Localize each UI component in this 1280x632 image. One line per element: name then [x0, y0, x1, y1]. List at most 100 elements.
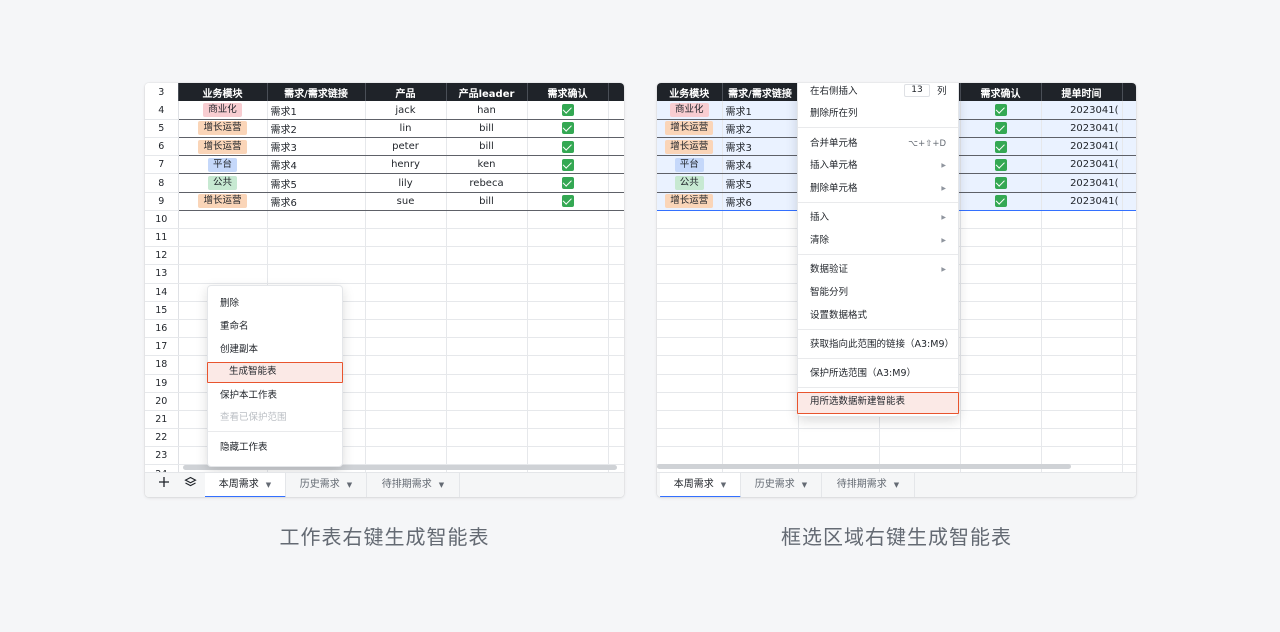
cell[interactable] — [722, 392, 799, 411]
menu-item-data-validation[interactable]: 数据验证 ▶ — [798, 261, 958, 279]
row-number[interactable]: 13 — [145, 264, 179, 284]
menu-item-protect-sheet[interactable]: 保护本工作表 — [208, 387, 342, 405]
cell[interactable] — [722, 228, 799, 248]
module-cell[interactable]: 增长运营 — [178, 137, 268, 157]
cell[interactable] — [1122, 119, 1136, 139]
menu-item-new-smart-table[interactable]: 用所选数据新建智能表 — [797, 392, 959, 414]
menu-item-generate-smart-table[interactable]: 生成智能表 — [207, 362, 343, 383]
cell[interactable] — [527, 301, 609, 320]
cell[interactable] — [722, 337, 799, 357]
cell[interactable] — [365, 210, 447, 230]
cell[interactable] — [178, 246, 268, 266]
cell[interactable] — [722, 246, 799, 266]
cell[interactable] — [960, 410, 1042, 430]
cell[interactable] — [1041, 210, 1123, 230]
cell[interactable] — [446, 301, 528, 320]
cell[interactable] — [1122, 155, 1136, 175]
cell[interactable] — [446, 410, 528, 430]
row-number[interactable]: 5 — [145, 119, 179, 139]
requirement-cell[interactable]: 需求1 — [267, 101, 366, 120]
row-number[interactable]: 18 — [145, 355, 179, 375]
cell[interactable] — [267, 210, 366, 230]
module-cell[interactable]: 增长运营 — [657, 137, 723, 157]
requirement-cell[interactable]: 需求2 — [267, 119, 366, 139]
cell[interactable] — [879, 428, 961, 448]
cell[interactable] — [1122, 101, 1136, 120]
cell[interactable] — [608, 301, 624, 320]
cell[interactable] — [1041, 337, 1123, 357]
product-cell[interactable]: jack — [365, 101, 447, 120]
column-header[interactable]: 产品leader — [446, 83, 528, 102]
cell[interactable] — [960, 246, 1042, 266]
cell[interactable] — [365, 283, 447, 302]
checkbox-checked-icon[interactable] — [561, 195, 574, 208]
module-cell[interactable]: 公共 — [178, 173, 268, 193]
row-number[interactable]: 23 — [145, 446, 179, 466]
cell[interactable] — [960, 355, 1042, 375]
cell[interactable] — [446, 392, 528, 411]
cell[interactable] — [722, 446, 799, 466]
menu-item-data-format[interactable]: 设置数据格式 — [798, 307, 958, 325]
cell[interactable] — [608, 374, 624, 393]
tab-pending[interactable]: 待排期需求 ▼ — [822, 473, 915, 497]
cell[interactable] — [657, 301, 723, 320]
requirement-cell[interactable]: 需求5 — [267, 173, 366, 193]
tab-history[interactable]: 历史需求 ▼ — [286, 473, 367, 497]
menu-item-protect-range[interactable]: 保护所选范围（A3:M9） — [798, 365, 958, 383]
cell[interactable] — [960, 337, 1042, 357]
confirm-cell[interactable] — [527, 192, 609, 211]
caret-down-icon[interactable]: ▼ — [721, 481, 726, 489]
caret-down-icon[interactable]: ▼ — [802, 481, 807, 489]
cell[interactable] — [879, 446, 961, 466]
cell[interactable] — [365, 246, 447, 266]
cell[interactable] — [527, 246, 609, 266]
cell[interactable] — [527, 428, 609, 448]
cell[interactable] — [722, 210, 799, 230]
cell[interactable] — [527, 210, 609, 230]
cell[interactable] — [1122, 228, 1136, 248]
cell[interactable] — [1122, 337, 1136, 357]
module-cell[interactable]: 平台 — [657, 155, 723, 175]
cell[interactable] — [365, 228, 447, 248]
checkbox-checked-icon[interactable] — [561, 177, 574, 190]
checkbox-checked-icon[interactable] — [561, 140, 574, 153]
confirm-cell[interactable] — [960, 119, 1042, 139]
cell[interactable] — [527, 337, 609, 357]
insert-count-input[interactable]: 13 — [904, 84, 930, 97]
cell[interactable] — [960, 228, 1042, 248]
cell[interactable] — [1122, 428, 1136, 448]
requirement-cell[interactable]: 需求4 — [267, 155, 366, 175]
menu-item-duplicate[interactable]: 创建副本 — [208, 341, 342, 359]
confirm-cell[interactable] — [527, 101, 609, 120]
menu-item-rename[interactable]: 重命名 — [208, 318, 342, 336]
module-cell[interactable]: 增长运营 — [178, 192, 268, 211]
cell[interactable] — [1122, 210, 1136, 230]
cell[interactable] — [722, 301, 799, 320]
cell[interactable] — [365, 374, 447, 393]
cell[interactable] — [1041, 264, 1123, 284]
cell[interactable] — [446, 337, 528, 357]
cell[interactable] — [722, 264, 799, 284]
tab-history[interactable]: 历史需求 ▼ — [741, 473, 822, 497]
cell[interactable] — [657, 337, 723, 357]
leader-cell[interactable]: rebeca — [446, 173, 528, 193]
cell[interactable] — [1041, 428, 1123, 448]
cell[interactable] — [960, 392, 1042, 411]
cell[interactable] — [527, 392, 609, 411]
column-header[interactable]: 需求确认 — [527, 83, 609, 102]
cell[interactable] — [446, 210, 528, 230]
menu-item-insert[interactable]: 插入 ▶ — [798, 209, 958, 227]
cell[interactable] — [722, 374, 799, 393]
cell[interactable] — [657, 374, 723, 393]
menu-item-insert-right[interactable]: 在右侧插入 13 列 — [798, 83, 958, 101]
cell[interactable] — [1041, 301, 1123, 320]
confirm-cell[interactable] — [527, 173, 609, 193]
menu-item-clear[interactable]: 清除 ▶ — [798, 232, 958, 250]
cell[interactable] — [1041, 410, 1123, 430]
cell[interactable] — [1122, 246, 1136, 266]
column-header[interactable]: 业务模块 — [657, 83, 723, 102]
row-number[interactable]: 17 — [145, 337, 179, 357]
checkbox-checked-icon[interactable] — [994, 140, 1007, 153]
cell[interactable] — [1041, 374, 1123, 393]
row-number[interactable]: 16 — [145, 319, 179, 339]
